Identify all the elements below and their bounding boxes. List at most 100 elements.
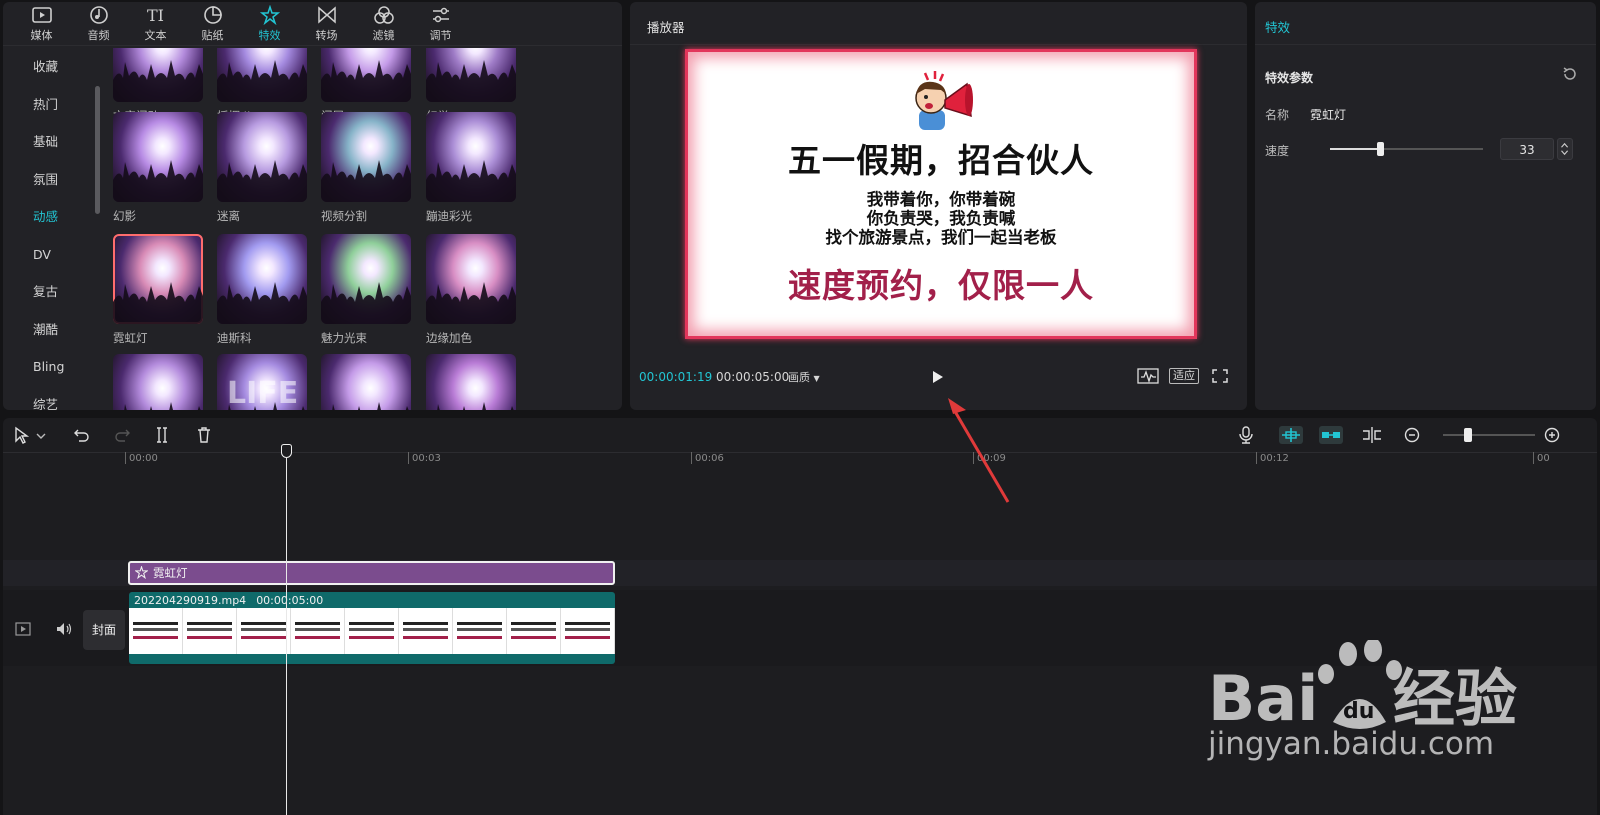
effect-item[interactable]: 迷离 <box>217 112 307 224</box>
clip-frame <box>561 608 615 654</box>
link-clips-icon[interactable] <box>1319 426 1343 444</box>
effect-thumbnail <box>426 234 516 324</box>
effect-thumbnail <box>321 112 411 202</box>
category-variety[interactable]: 综艺 <box>3 386 99 411</box>
name-value: 霓虹灯 <box>1310 108 1347 122</box>
chevron-down-icon[interactable] <box>35 426 47 444</box>
ruler-label: 00:09 <box>977 453 1006 464</box>
tab-label: 媒体 <box>30 28 53 42</box>
effect-item[interactable]: 幻影 <box>113 112 203 224</box>
tab-label: 音频 <box>87 28 110 42</box>
speed-slider-handle[interactable] <box>1377 142 1385 156</box>
effect-clip[interactable]: 霓虹灯 <box>128 561 615 585</box>
effect-item[interactable]: LIFE <box>217 354 307 410</box>
timeline-toolbar <box>3 418 1597 453</box>
effect-thumbnail <box>217 48 307 102</box>
properties-title[interactable]: 特效 <box>1265 17 1290 36</box>
effect-item[interactable]: 霓虹灯 <box>113 234 203 346</box>
redo-icon[interactable] <box>113 426 131 444</box>
video-clip[interactable]: 20220429091​9.mp4 00:00:05:00 <box>129 592 615 664</box>
microphone-icon[interactable] <box>1237 426 1255 444</box>
category-favorites[interactable]: 收藏 <box>3 48 99 86</box>
ruler-tick <box>691 452 692 464</box>
effect-label: 视频分割 <box>321 209 367 223</box>
effect-item[interactable]: 魅力光束 <box>321 234 411 346</box>
preview-content: 五一假期，招合伙人 我带着你，你带着碗 你负责哭，我负责喊 找个旅游景点，我们一… <box>688 52 1194 336</box>
magnet-snap-icon[interactable] <box>1279 426 1303 444</box>
effect-item[interactable]: 蹦迪彩光 <box>426 112 516 224</box>
effect-item[interactable] <box>426 354 516 410</box>
effect-label: 幻影 <box>113 209 136 223</box>
effect-thumbnail <box>321 48 411 102</box>
tab-effects[interactable]: 特效 <box>241 2 298 45</box>
video-preview[interactable]: 五一假期，招合伙人 我带着你，你带着碗 你负责哭，我负责喊 找个旅游景点，我们一… <box>685 49 1197 339</box>
select-cursor-icon[interactable] <box>13 426 31 444</box>
effect-item[interactable] <box>321 354 411 410</box>
play-icon[interactable] <box>927 367 947 387</box>
speed-stepper[interactable] <box>1557 138 1573 160</box>
player-panel: 播放器 五一假期，招合伙人 我带着你，你带着碗 你负责哭，我负责喊 找个旅游景点… <box>630 2 1247 410</box>
category-dynamic[interactable]: 动感 <box>3 198 99 236</box>
tab-transition[interactable]: 转场 <box>298 2 355 45</box>
timeline-ruler[interactable]: 00:00 00:03 00:06 00:09 00:12 00 <box>3 452 1597 474</box>
preview-axis-icon[interactable] <box>1361 426 1383 444</box>
category-retro[interactable]: 复古 <box>3 273 99 311</box>
category-dv[interactable]: DV <box>3 236 99 274</box>
effect-item[interactable]: 迪斯科 <box>217 234 307 346</box>
effects-icon <box>135 566 148 579</box>
player-right-controls: 适应 <box>1137 367 1231 385</box>
tab-adjust[interactable]: 调节 <box>412 2 469 45</box>
split-icon[interactable] <box>153 426 171 444</box>
quality-dropdown[interactable]: 画质 ▼ <box>788 369 820 385</box>
speed-slider[interactable] <box>1330 142 1483 156</box>
clip-frame <box>237 608 291 654</box>
video-track-icon[interactable] <box>15 622 31 636</box>
watermark-url: jingyan.baidu.com <box>1208 726 1495 762</box>
effect-item[interactable]: 边缘加色 <box>426 234 516 346</box>
zoom-slider-handle[interactable] <box>1464 428 1472 442</box>
waveform-icon[interactable] <box>1137 367 1159 385</box>
category-scrollbar[interactable] <box>95 86 100 214</box>
tab-media[interactable]: 媒体 <box>13 2 70 45</box>
category-atmosphere[interactable]: 氛围 <box>3 161 99 199</box>
media-icon <box>31 6 52 23</box>
fullscreen-icon[interactable] <box>1209 367 1231 385</box>
tab-text[interactable]: TI 文本 <box>127 2 184 45</box>
zoom-in-icon[interactable] <box>1543 426 1561 444</box>
effect-params-title: 特效参数 <box>1265 71 1314 85</box>
playhead-handle[interactable] <box>281 444 292 458</box>
tab-filter[interactable]: 滤镜 <box>355 2 412 45</box>
effect-thumbnail <box>217 234 307 324</box>
cover-button[interactable]: 封面 <box>83 610 125 650</box>
tab-label: 调节 <box>429 28 452 42</box>
clip-frame <box>345 608 399 654</box>
fit-button[interactable]: 适应 <box>1169 368 1199 384</box>
category-hot[interactable]: 热门 <box>3 86 99 124</box>
effect-thumbnail <box>113 112 203 202</box>
category-bling[interactable]: Bling <box>3 348 99 386</box>
effects-icon <box>259 4 280 25</box>
chevron-down-icon: ▼ <box>813 374 820 383</box>
category-basic[interactable]: 基础 <box>3 123 99 161</box>
effect-thumbnail <box>426 354 516 410</box>
undo-icon[interactable] <box>73 426 91 444</box>
ruler-tick <box>973 452 974 464</box>
effect-thumbnail <box>217 112 307 202</box>
effect-item[interactable]: 视频分割 <box>321 112 411 224</box>
category-cool[interactable]: 潮酷 <box>3 311 99 349</box>
speaker-icon[interactable] <box>55 621 73 637</box>
tab-audio[interactable]: 音频 <box>70 2 127 45</box>
playhead-line[interactable] <box>286 458 287 815</box>
speed-input[interactable]: 33 <box>1500 138 1554 160</box>
total-time: 00:00:05:00 <box>716 370 790 384</box>
reset-icon[interactable] <box>1562 66 1578 82</box>
effect-item[interactable] <box>113 354 203 410</box>
zoom-slider[interactable] <box>1443 434 1535 436</box>
zoom-out-icon[interactable] <box>1403 426 1421 444</box>
category-list: 收藏 热门 基础 氛围 动感 DV 复古 潮酷 Bling 综艺 <box>3 48 99 410</box>
tab-sticker[interactable]: 贴纸 <box>184 2 241 45</box>
tab-label: 转场 <box>315 28 338 42</box>
delete-icon[interactable] <box>195 426 213 444</box>
clip-frame <box>129 608 183 654</box>
effect-thumbnail <box>321 234 411 324</box>
